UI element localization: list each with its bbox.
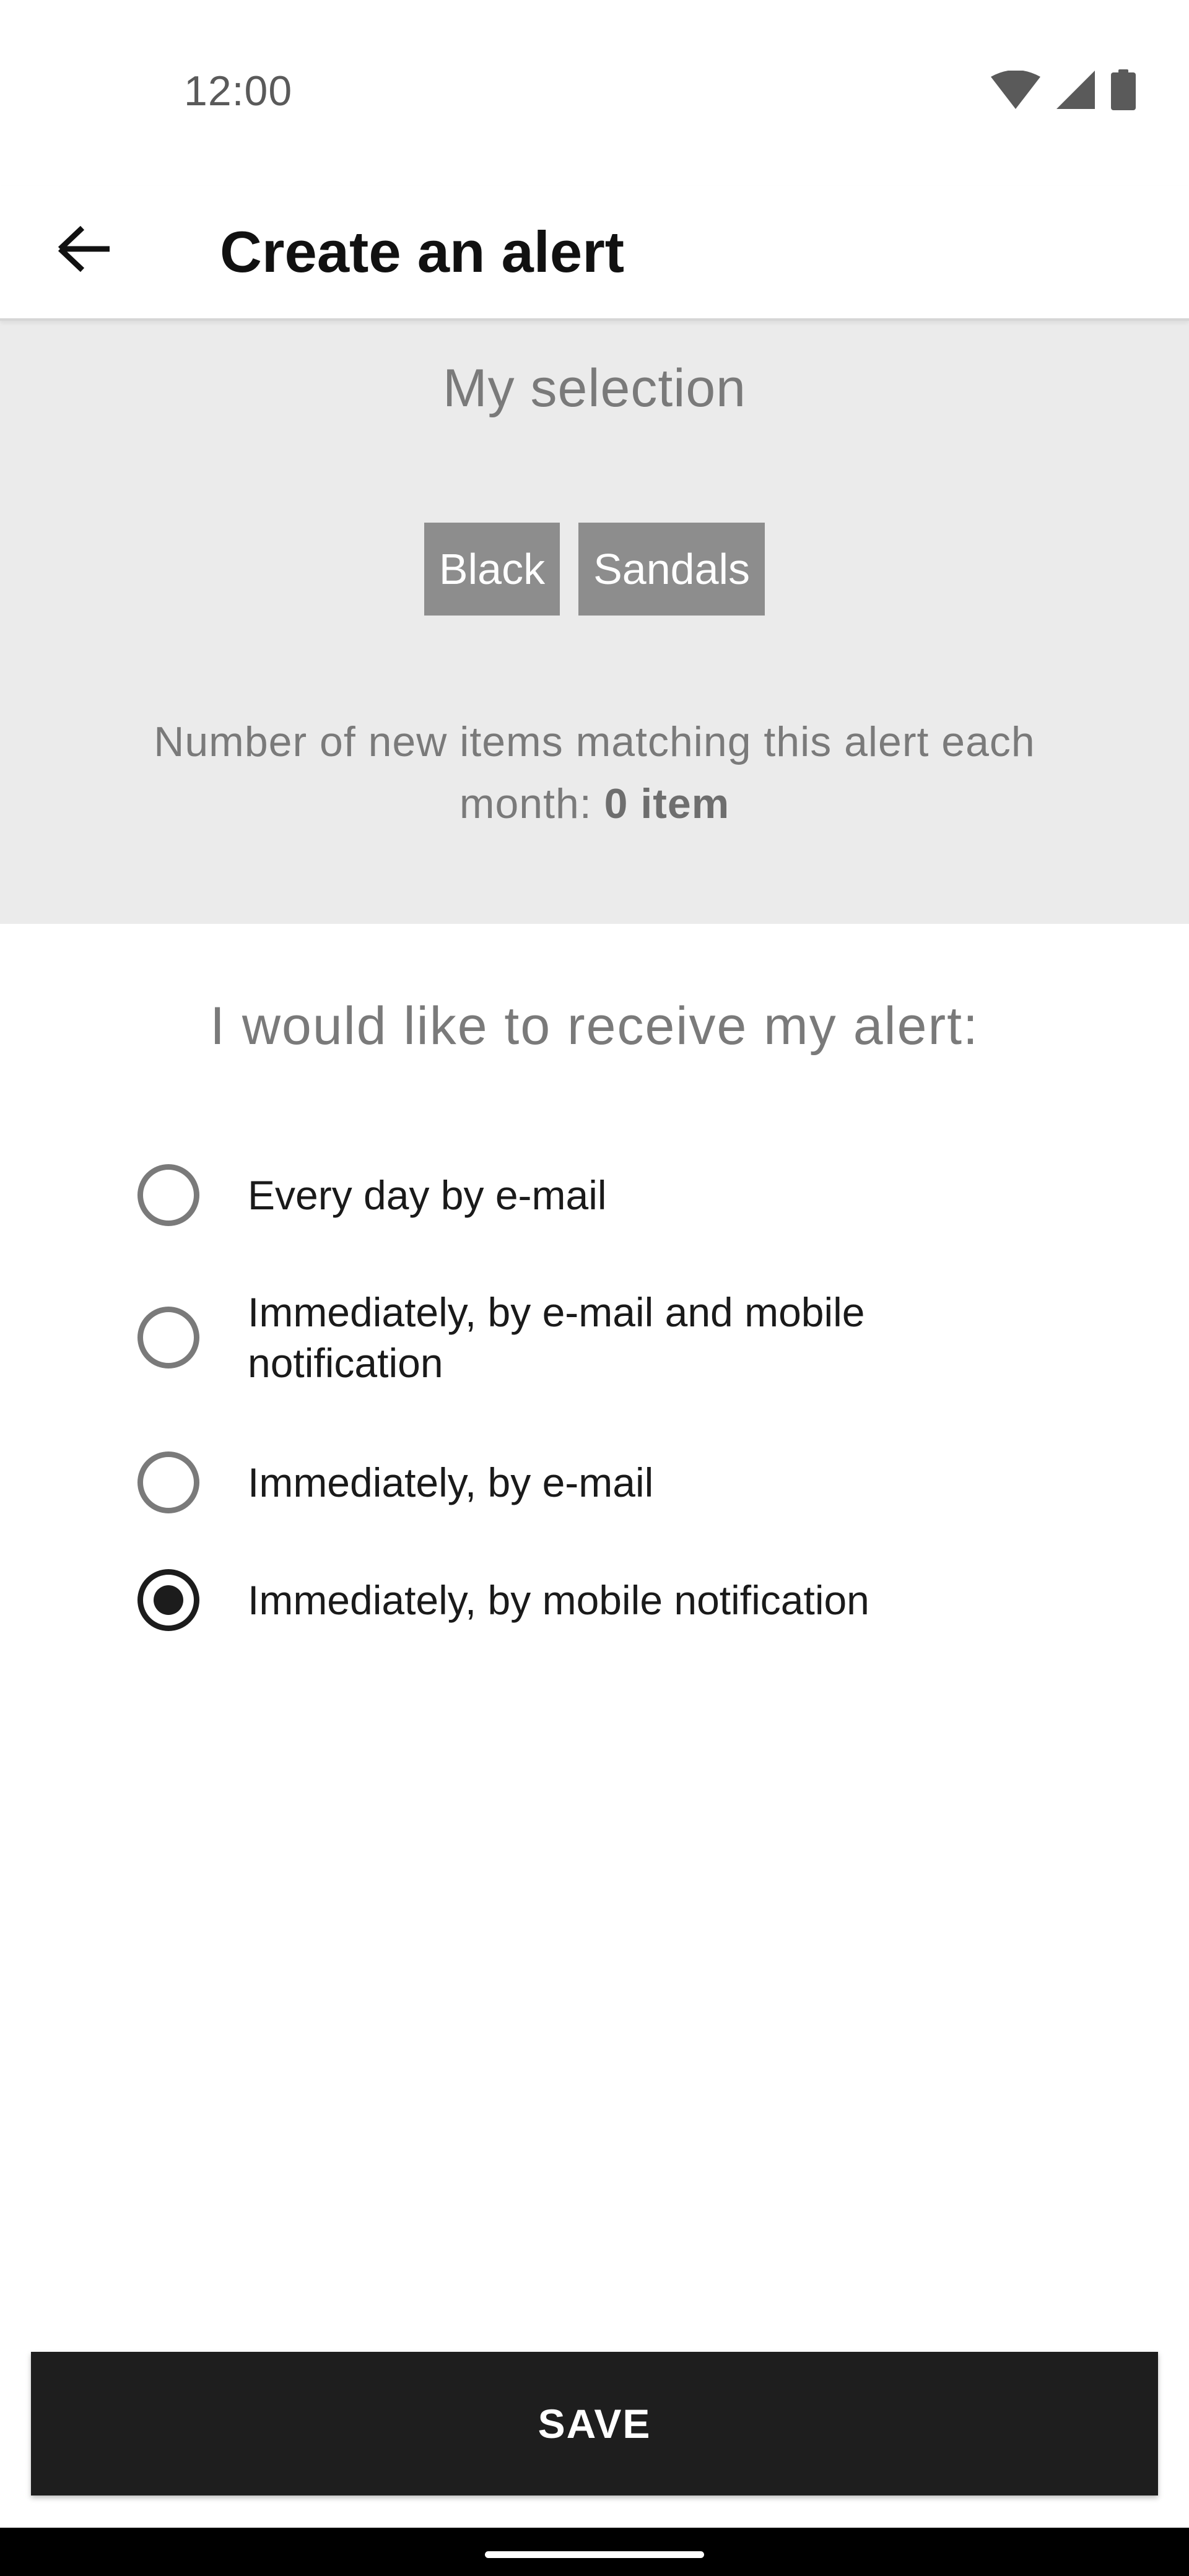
page-title: Create an alert [220,219,625,284]
status-bar: 12:00 [0,0,1189,186]
radio-selected-dot [154,1585,183,1615]
radio-option-immediate-email-and-notification[interactable]: Immediately, by e-mail and mobile notifi… [137,1287,1104,1388]
chip-category: Sandals [578,523,765,616]
radio-label: Immediately, by e-mail [248,1460,654,1505]
radio-label: Immediately, by mobile notification [248,1577,869,1623]
radio-button[interactable] [137,1164,199,1226]
status-time: 12:00 [184,67,293,115]
navigation-bar [0,2528,1189,2576]
match-count-text: Number of new items matching this alert … [99,711,1090,835]
battery-icon [1111,69,1136,110]
chip-color: Black [424,523,560,616]
home-gesture-handle[interactable] [485,2551,704,2558]
match-count-value: 0 item [604,780,730,827]
selection-chips: Black Sandals [0,523,1189,616]
radio-option-immediate-notification[interactable]: Immediately, by mobile notification [137,1569,1104,1631]
save-button[interactable]: SAVE [31,2352,1158,2496]
screen: 12:00 Create an alert My selection Black [0,0,1189,2576]
radio-button[interactable] [137,1307,199,1368]
app-bar: Create an alert [0,186,1189,321]
selection-panel: My selection Black Sandals Number of new… [0,321,1189,924]
status-icons [991,68,1136,111]
radio-option-immediate-email[interactable]: Immediately, by e-mail [137,1451,1104,1513]
cellular-signal-icon [1056,71,1095,109]
radio-button-selected[interactable] [137,1569,199,1631]
wifi-icon [991,71,1040,109]
radio-label: Immediately, by e-mail and mobile notifi… [248,1289,865,1386]
match-count-label: Number of new items matching this alert … [154,718,1035,827]
arrow-left-icon [58,225,110,272]
radio-button[interactable] [137,1451,199,1513]
radio-label: Every day by e-mail [248,1172,607,1218]
selection-heading: My selection [443,359,746,418]
radio-option-daily-email[interactable]: Every day by e-mail [137,1164,1104,1226]
back-button[interactable] [38,203,130,295]
delivery-heading: I would like to receive my alert: [210,996,979,1056]
